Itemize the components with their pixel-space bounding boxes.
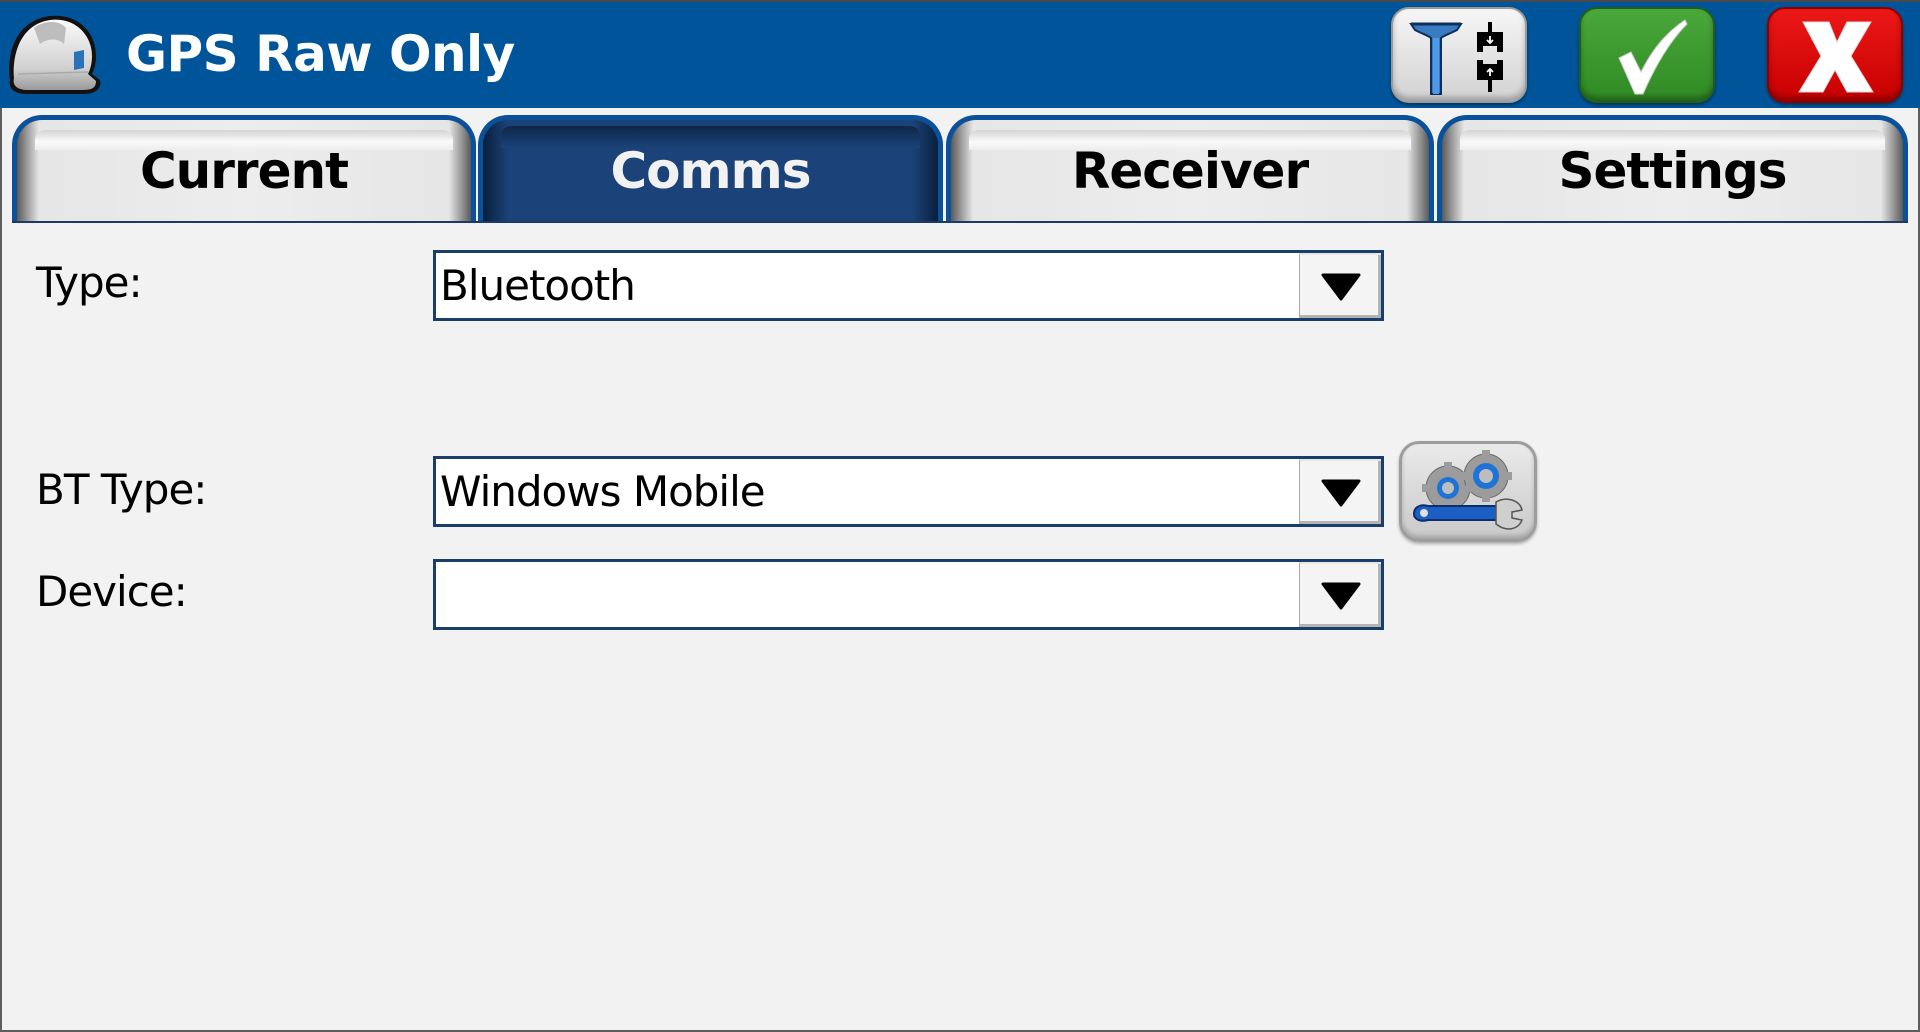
x-icon [1798, 21, 1874, 93]
tab-label: Receiver [1071, 142, 1309, 200]
type-dropdown[interactable]: Bluetooth [433, 250, 1384, 321]
device-dropdown-button[interactable] [1299, 562, 1381, 627]
tab-current[interactable]: Current [12, 115, 476, 222]
device-dropdown[interactable] [433, 559, 1384, 630]
device-label: Device: [36, 567, 188, 616]
gps-receiver-connect-button[interactable] [1391, 7, 1527, 103]
hard-hat-icon [9, 15, 101, 94]
type-label: Type: [36, 258, 143, 307]
chevron-down-icon [1321, 582, 1360, 609]
tab-divider [12, 221, 1908, 223]
tab-bar: Current Comms Receiver Settings [12, 115, 1908, 223]
bt-type-dropdown-button[interactable] [1299, 459, 1381, 524]
bt-type-value: Windows Mobile [440, 467, 766, 516]
title-bar: GPS Raw Only [0, 0, 1920, 108]
tab-receiver[interactable]: Receiver [946, 115, 1434, 222]
cancel-button[interactable] [1767, 7, 1903, 103]
bluetooth-config-button[interactable] [1399, 441, 1537, 542]
tab-comms[interactable]: Comms [478, 115, 943, 222]
tab-label: Current [139, 142, 349, 200]
tab-label: Settings [1558, 142, 1787, 200]
type-value: Bluetooth [440, 261, 636, 310]
gears-wrench-icon [1412, 450, 1524, 530]
gps-rover-plug-icon [1409, 22, 1503, 95]
accept-button[interactable] [1579, 7, 1715, 103]
chevron-down-icon [1321, 479, 1360, 506]
page-title: GPS Raw Only [126, 25, 515, 83]
checkmark-icon [1618, 19, 1688, 95]
type-dropdown-button[interactable] [1299, 253, 1381, 318]
bt-type-dropdown[interactable]: Windows Mobile [433, 456, 1384, 527]
tab-settings[interactable]: Settings [1437, 115, 1908, 222]
tab-label: Comms [610, 142, 811, 200]
bt-type-label: BT Type: [36, 465, 207, 514]
chevron-down-icon [1321, 273, 1360, 300]
